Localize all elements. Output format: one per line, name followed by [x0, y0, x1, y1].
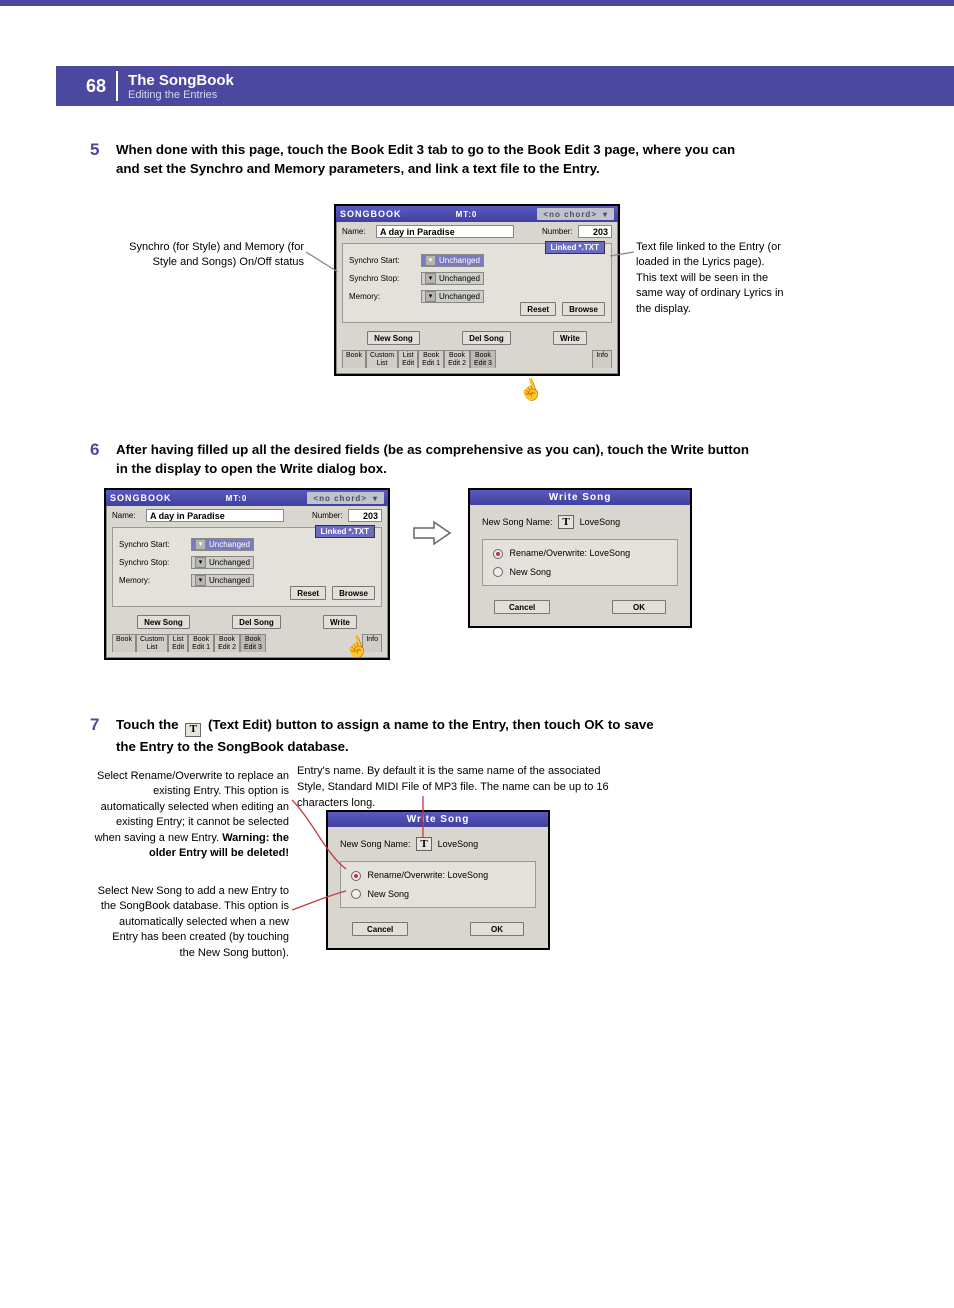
linked-txt-button[interactable]: Linked *.TXT	[315, 525, 375, 538]
new-song-name-value: LoveSong	[580, 517, 621, 527]
memory-label: Memory:	[119, 576, 187, 585]
new-song-button[interactable]: New Song	[367, 331, 420, 345]
number-field[interactable]: 203	[348, 509, 382, 522]
tab-book-edit-3[interactable]: Book Edit 3	[470, 350, 496, 368]
synchro-stop-label: Synchro Stop:	[349, 274, 417, 283]
callout-rename: Select Rename/Overwrite to replace an ex…	[94, 769, 289, 861]
synchro-stop-dropdown[interactable]: ▾Unchanged	[421, 272, 484, 285]
reset-button[interactable]: Reset	[520, 302, 556, 316]
chord-indicator: <no chord>▾	[307, 492, 384, 504]
top-accent-bar	[0, 0, 954, 6]
new-song-radio[interactable]	[493, 567, 503, 577]
synchro-start-dropdown[interactable]: ▾Unchanged	[191, 538, 254, 551]
write-button[interactable]: Write	[323, 615, 357, 629]
page-header: 68 The SongBook Editing the Entries	[56, 66, 954, 106]
tab-book-edit-3[interactable]: Book Edit 3	[240, 634, 266, 652]
step-5-text: When done with this page, touch the Book…	[116, 140, 756, 179]
step-6-text: After having filled up all the desired f…	[116, 440, 756, 479]
reset-button[interactable]: Reset	[290, 586, 326, 600]
new-song-radio[interactable]	[351, 889, 361, 899]
tab-book[interactable]: Book	[112, 634, 136, 652]
memory-dropdown[interactable]: ▾Unchanged	[421, 290, 484, 303]
ok-button[interactable]: OK	[470, 922, 524, 936]
text-edit-icon: T	[185, 723, 201, 737]
new-song-button[interactable]: New Song	[137, 615, 190, 629]
tab-book-edit-1[interactable]: Book Edit 1	[188, 634, 214, 652]
synchro-start-label: Synchro Start:	[119, 540, 187, 549]
rename-overwrite-label: Rename/Overwrite: LoveSong	[510, 548, 631, 558]
browse-button[interactable]: Browse	[332, 586, 375, 600]
chapter-title: The SongBook	[128, 72, 234, 89]
new-song-name-label: New Song Name:	[340, 839, 411, 849]
rename-overwrite-radio[interactable]	[351, 871, 361, 881]
name-label: Name:	[112, 511, 142, 520]
mt-indicator: MT:0	[226, 494, 248, 503]
callout-text-linked: Text file linked to the Entry (or loaded…	[636, 240, 786, 317]
callout-synchro-memory: Synchro (for Style) and Memory (for Styl…	[104, 240, 304, 271]
step-6-number: 6	[90, 440, 99, 460]
tab-custom-list[interactable]: Custom List	[366, 350, 398, 368]
arrow-right-icon	[412, 520, 452, 546]
write-song-dialog-1: Write Song New Song Name: T LoveSong Ren…	[468, 488, 692, 628]
page-number: 68	[86, 71, 118, 101]
number-label: Number:	[312, 511, 344, 520]
pointer-hand-icon: ☝	[514, 374, 546, 406]
new-song-name-value: LoveSong	[438, 839, 479, 849]
text-edit-button[interactable]: T	[558, 515, 574, 529]
callout-newsong: Select New Song to add a new Entry to th…	[94, 884, 289, 961]
tab-book[interactable]: Book	[342, 350, 366, 368]
tab-list-edit[interactable]: List Edit	[168, 634, 188, 652]
name-field[interactable]: A day in Paradise	[146, 509, 284, 522]
new-song-label: New Song	[368, 889, 410, 899]
browse-button[interactable]: Browse	[562, 302, 605, 316]
tab-info[interactable]: Info	[592, 350, 612, 368]
mt-indicator: MT:0	[456, 210, 478, 219]
tab-custom-list[interactable]: Custom List	[136, 634, 168, 652]
new-song-label: New Song	[510, 567, 552, 577]
name-field[interactable]: A day in Paradise	[376, 225, 514, 238]
songbook-panel-1: SONGBOOK MT:0 <no chord>▾ Name: A day in…	[334, 204, 620, 376]
cancel-button[interactable]: Cancel	[494, 600, 550, 614]
entry-name-note: Entry's name. By default it is the same …	[297, 764, 627, 812]
memory-label: Memory:	[349, 292, 417, 301]
number-field[interactable]: 203	[578, 225, 612, 238]
del-song-button[interactable]: Del Song	[462, 331, 511, 345]
panel-title: SONGBOOK	[340, 209, 402, 219]
synchro-start-dropdown[interactable]: ▾Unchanged	[421, 254, 484, 267]
number-label: Number:	[542, 227, 574, 236]
tab-book-edit-2[interactable]: Book Edit 2	[444, 350, 470, 368]
step-7-number: 7	[90, 715, 99, 735]
name-label: Name:	[342, 227, 372, 236]
panel-title: SONGBOOK	[110, 493, 172, 503]
chord-indicator: <no chord>▾	[537, 208, 614, 220]
synchro-stop-label: Synchro Stop:	[119, 558, 187, 567]
dialog-title: Write Song	[470, 490, 690, 505]
write-button[interactable]: Write	[553, 331, 587, 345]
memory-dropdown[interactable]: ▾Unchanged	[191, 574, 254, 587]
step-5-number: 5	[90, 140, 99, 160]
step-7-text: Touch the T (Text Edit) button to assign…	[116, 715, 656, 756]
section-subtitle: Editing the Entries	[128, 89, 234, 101]
synchro-start-label: Synchro Start:	[349, 256, 417, 265]
rename-overwrite-radio[interactable]	[493, 549, 503, 559]
ok-button[interactable]: OK	[612, 600, 666, 614]
tab-book-edit-1[interactable]: Book Edit 1	[418, 350, 444, 368]
write-song-dialog-2: Write Song New Song Name: T LoveSong Ren…	[326, 810, 550, 950]
del-song-button[interactable]: Del Song	[232, 615, 281, 629]
dialog-title: Write Song	[328, 812, 548, 827]
new-song-name-label: New Song Name:	[482, 517, 553, 527]
text-edit-button[interactable]: T	[416, 837, 432, 851]
tab-book-edit-2[interactable]: Book Edit 2	[214, 634, 240, 652]
songbook-panel-2: SONGBOOK MT:0 <no chord>▾ Name: A day in…	[104, 488, 390, 660]
rename-overwrite-label: Rename/Overwrite: LoveSong	[368, 870, 489, 880]
cancel-button[interactable]: Cancel	[352, 922, 408, 936]
linked-txt-button[interactable]: Linked *.TXT	[545, 241, 605, 254]
synchro-stop-dropdown[interactable]: ▾Unchanged	[191, 556, 254, 569]
tab-list-edit[interactable]: List Edit	[398, 350, 418, 368]
